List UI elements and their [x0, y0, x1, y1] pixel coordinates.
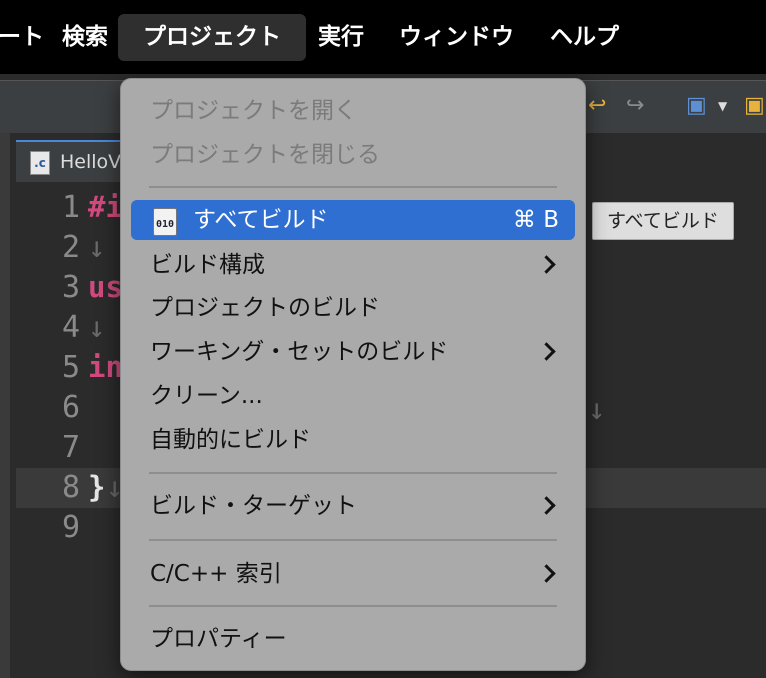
line-number: 4: [61, 310, 80, 345]
code-line-2: ↓: [88, 230, 106, 264]
new-project-icon[interactable]: ▣: [744, 93, 765, 118]
code-line-3: us: [88, 270, 123, 304]
chevron-right-icon: [537, 342, 556, 361]
code-line-5: in: [88, 350, 123, 384]
menu-item-shortcut: ⌘ B: [512, 207, 559, 233]
menu-item-build-project[interactable]: プロジェクトのビルド: [131, 288, 575, 328]
project-menu: プロジェクトを開く プロジェクトを閉じる 010 すべてビルド ⌘ B ビルド構…: [120, 78, 586, 671]
menubar-item-window[interactable]: ウィンドウ: [399, 14, 514, 61]
code-line-4: ↓: [88, 310, 106, 344]
menu-item-open-project: プロジェクトを開く: [131, 91, 575, 131]
menu-separator: [149, 472, 557, 474]
back-arrow-icon[interactable]: ↩: [588, 93, 606, 118]
line-number: 1: [61, 190, 80, 225]
menubar-item-help[interactable]: ヘルプ: [550, 14, 619, 61]
menu-item-label: ビルド構成: [150, 252, 265, 278]
code-line-1: #i: [88, 190, 123, 224]
binary-file-icon: 010: [153, 208, 177, 236]
menu-item-close-project: プロジェクトを閉じる: [131, 135, 575, 175]
chevron-right-icon: [537, 564, 556, 583]
menu-bar: ート 検索 プロジェクト 実行 ウィンドウ ヘルプ: [0, 0, 766, 74]
menu-item-label: C/C++ 索引: [150, 561, 282, 587]
tab-hello-world-c[interactable]: .c HelloV: [16, 140, 136, 184]
menu-item-label: ワーキング・セットのビルド: [150, 339, 449, 365]
menubar-item-project[interactable]: プロジェクト: [118, 14, 306, 61]
c-file-icon: .c: [30, 150, 50, 175]
menu-item-label: プロパティー: [150, 626, 287, 652]
menu-separator: [149, 186, 557, 188]
menu-item-build-working-set[interactable]: ワーキング・セットのビルド: [131, 332, 575, 372]
line-number: 9: [61, 510, 80, 545]
menubar-item-run[interactable]: 実行: [318, 14, 364, 61]
menu-item-properties[interactable]: プロパティー: [131, 619, 575, 659]
line-number: 5: [61, 350, 80, 385]
menu-item-label: プロジェクトを開く: [150, 98, 357, 124]
line-number: 7: [61, 430, 80, 465]
line-number: 8: [61, 470, 80, 505]
menu-item-clean[interactable]: クリーン...: [131, 376, 575, 416]
menu-separator: [149, 605, 557, 607]
menu-item-cpp-index[interactable]: C/C++ 索引: [131, 554, 575, 594]
menubar-item-search[interactable]: 検索: [62, 14, 108, 61]
line-number: 3: [61, 270, 80, 305]
chevron-right-icon: [537, 496, 556, 515]
menu-item-label: 自動的にビルド: [150, 427, 311, 453]
menu-item-build-all[interactable]: 010 すべてビルド ⌘ B: [131, 200, 575, 240]
line-number: 2: [61, 230, 80, 265]
menu-separator: [149, 539, 557, 541]
menu-item-label: プロジェクトを閉じる: [150, 142, 380, 168]
menu-item-label: プロジェクトのビルド: [150, 295, 380, 321]
menu-item-build-configurations[interactable]: ビルド構成: [131, 245, 575, 285]
left-panel-edge: [0, 133, 10, 678]
tooltip: すべてビルド: [592, 202, 734, 240]
dropdown-triangle-icon[interactable]: ▼: [718, 99, 727, 113]
chevron-right-icon: [537, 255, 556, 274]
menu-item-build-targets[interactable]: ビルド・ターゲット: [131, 486, 575, 526]
menu-item-label: クリーン...: [150, 383, 263, 409]
menubar-item-navigate[interactable]: ート: [0, 14, 44, 61]
tab-label: HelloV: [60, 151, 122, 173]
forward-arrow-icon[interactable]: ↪: [626, 93, 644, 118]
code-line-6-end: ↓: [588, 392, 606, 426]
new-c-class-icon[interactable]: ▣: [686, 93, 707, 118]
menu-item-build-automatically[interactable]: 自動的にビルド: [131, 420, 575, 460]
code-line-8-brace: }: [88, 470, 106, 504]
menu-item-label: すべてビルド: [193, 207, 329, 233]
menu-item-label: ビルド・ターゲット: [150, 493, 357, 519]
line-number: 6: [61, 390, 80, 425]
